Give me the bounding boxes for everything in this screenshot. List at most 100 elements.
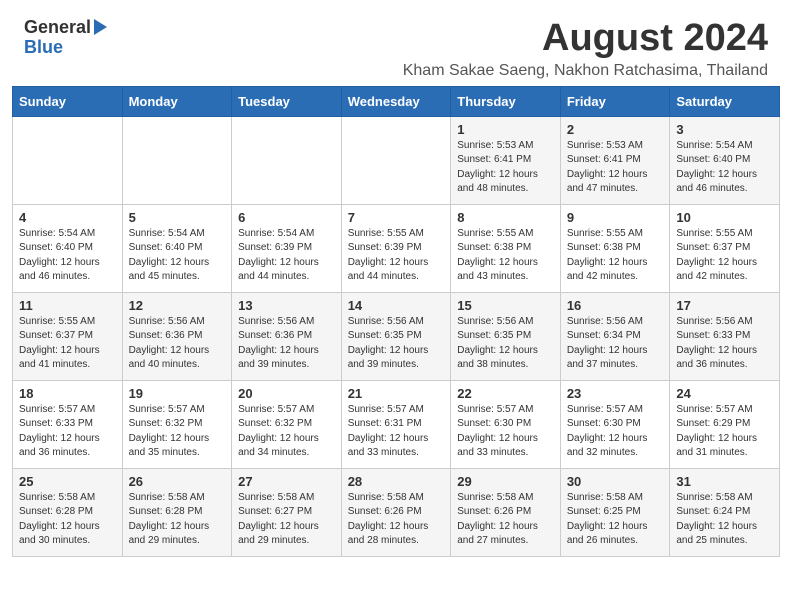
day-info: Sunrise: 5:57 AM Sunset: 6:31 PM Dayligh…	[348, 403, 445, 461]
day-header-sunday: Sunday	[13, 86, 123, 116]
calendar-cell: 27Sunrise: 5:58 AM Sunset: 6:27 PM Dayli…	[232, 468, 342, 556]
day-info: Sunrise: 5:54 AM Sunset: 6:39 PM Dayligh…	[238, 227, 335, 285]
day-info: Sunrise: 5:58 AM Sunset: 6:25 PM Dayligh…	[567, 491, 664, 549]
calendar-cell: 26 Sunrise: 5:58 AM Sunset: 6:28 PM Dayli…	[122, 468, 232, 556]
calendar-cell	[341, 116, 451, 204]
calendar-cell: 19Sunrise: 5:57 AM Sunset: 6:32 PM Dayli…	[122, 380, 232, 468]
calendar-cell	[232, 116, 342, 204]
day-number: 2	[567, 122, 664, 137]
calendar-cell: 23 Sunrise: 5:57 AM Sunset: 6:30 PM Dayli…	[560, 380, 670, 468]
day-number: 31	[676, 474, 773, 489]
day-number: 10	[676, 210, 773, 225]
day-info: Sunrise: 5:54 AM Sunset: 6:40 PM Dayligh…	[676, 139, 773, 197]
day-info: Sunrise: 5:56 AM Sunset: 6:34 PM Dayligh…	[567, 315, 664, 373]
calendar-cell: 9Sunrise: 5:55 AM Sunset: 6:38 PM Daylig…	[560, 204, 670, 292]
day-header-monday: Monday	[122, 86, 232, 116]
calendar-cell: 7 Sunrise: 5:55 AM Sunset: 6:39 PM Daylig…	[341, 204, 451, 292]
day-info: Sunrise: 5:53 AM Sunset: 6:41 PM Dayligh…	[457, 139, 554, 197]
header: General Blue August 2024 Kham Sakae Saen…	[0, 0, 792, 86]
day-number: 7	[348, 210, 445, 225]
calendar-cell: 1 Sunrise: 5:53 AM Sunset: 6:41 PM Daylig…	[451, 116, 561, 204]
day-number: 26	[129, 474, 226, 489]
day-info: Sunrise: 5:56 AM Sunset: 6:35 PM Dayligh…	[457, 315, 554, 373]
day-number: 19	[129, 386, 226, 401]
main-title: August 2024	[107, 18, 768, 60]
day-info: Sunrise: 5:57 AM Sunset: 6:29 PM Dayligh…	[676, 403, 773, 461]
day-number: 30	[567, 474, 664, 489]
logo-general-text: General	[24, 18, 91, 38]
calendar-cell: 2 Sunrise: 5:53 AM Sunset: 6:41 PM Daylig…	[560, 116, 670, 204]
day-info: Sunrise: 5:56 AM Sunset: 6:33 PM Dayligh…	[676, 315, 773, 373]
day-info: Sunrise: 5:55 AM Sunset: 6:39 PM Dayligh…	[348, 227, 445, 285]
day-info: Sunrise: 5:55 AM Sunset: 6:37 PM Dayligh…	[19, 315, 116, 373]
calendar-table: SundayMondayTuesdayWednesdayThursdayFrid…	[12, 86, 780, 557]
calendar-week-2: 4 Sunrise: 5:54 AM Sunset: 6:40 PM Daylig…	[13, 204, 780, 292]
day-number: 6	[238, 210, 335, 225]
calendar-cell: 18Sunrise: 5:57 AM Sunset: 6:33 PM Dayli…	[13, 380, 123, 468]
day-info: Sunrise: 5:55 AM Sunset: 6:38 PM Dayligh…	[567, 227, 664, 285]
day-number: 22	[457, 386, 554, 401]
day-number: 28	[348, 474, 445, 489]
calendar-cell: 15 Sunrise: 5:56 AM Sunset: 6:35 PM Dayli…	[451, 292, 561, 380]
day-header-friday: Friday	[560, 86, 670, 116]
day-info: Sunrise: 5:53 AM Sunset: 6:41 PM Dayligh…	[567, 139, 664, 197]
day-number: 17	[676, 298, 773, 313]
day-info: Sunrise: 5:58 AM Sunset: 6:28 PM Dayligh…	[129, 491, 226, 549]
calendar-cell: 11 Sunrise: 5:55 AM Sunset: 6:37 PM Dayli…	[13, 292, 123, 380]
subtitle: Kham Sakae Saeng, Nakhon Ratchasima, Tha…	[107, 62, 768, 80]
calendar-cell: 31 Sunrise: 5:58 AM Sunset: 6:24 PM Dayli…	[670, 468, 780, 556]
title-section: August 2024 Kham Sakae Saeng, Nakhon Rat…	[107, 18, 768, 80]
calendar-week-5: 25Sunrise: 5:58 AM Sunset: 6:28 PM Dayli…	[13, 468, 780, 556]
logo-triangle-icon	[94, 19, 107, 35]
calendar-cell: 3Sunrise: 5:54 AM Sunset: 6:40 PM Daylig…	[670, 116, 780, 204]
day-info: Sunrise: 5:55 AM Sunset: 6:38 PM Dayligh…	[457, 227, 554, 285]
day-info: Sunrise: 5:57 AM Sunset: 6:32 PM Dayligh…	[238, 403, 335, 461]
calendar-cell: 28 Sunrise: 5:58 AM Sunset: 6:26 PM Dayli…	[341, 468, 451, 556]
header-row: SundayMondayTuesdayWednesdayThursdayFrid…	[13, 86, 780, 116]
day-info: Sunrise: 5:58 AM Sunset: 6:28 PM Dayligh…	[19, 491, 116, 549]
calendar-cell: 12 Sunrise: 5:56 AM Sunset: 6:36 PM Dayli…	[122, 292, 232, 380]
day-number: 27	[238, 474, 335, 489]
day-number: 29	[457, 474, 554, 489]
calendar-cell: 16Sunrise: 5:56 AM Sunset: 6:34 PM Dayli…	[560, 292, 670, 380]
calendar-container: SundayMondayTuesdayWednesdayThursdayFrid…	[0, 86, 792, 569]
calendar-cell: 8 Sunrise: 5:55 AM Sunset: 6:38 PM Daylig…	[451, 204, 561, 292]
calendar-cell	[13, 116, 123, 204]
logo: General Blue	[24, 18, 107, 58]
day-info: Sunrise: 5:57 AM Sunset: 6:33 PM Dayligh…	[19, 403, 116, 461]
day-number: 8	[457, 210, 554, 225]
day-info: Sunrise: 5:58 AM Sunset: 6:26 PM Dayligh…	[457, 491, 554, 549]
calendar-cell: 20 Sunrise: 5:57 AM Sunset: 6:32 PM Dayli…	[232, 380, 342, 468]
calendar-cell: 6 Sunrise: 5:54 AM Sunset: 6:39 PM Daylig…	[232, 204, 342, 292]
day-number: 13	[238, 298, 335, 313]
calendar-cell: 17 Sunrise: 5:56 AM Sunset: 6:33 PM Dayli…	[670, 292, 780, 380]
day-info: Sunrise: 5:54 AM Sunset: 6:40 PM Dayligh…	[19, 227, 116, 285]
calendar-cell: 4 Sunrise: 5:54 AM Sunset: 6:40 PM Daylig…	[13, 204, 123, 292]
calendar-cell: 30 Sunrise: 5:58 AM Sunset: 6:25 PM Dayli…	[560, 468, 670, 556]
calendar-cell: 24 Sunrise: 5:57 AM Sunset: 6:29 PM Dayli…	[670, 380, 780, 468]
day-info: Sunrise: 5:55 AM Sunset: 6:37 PM Dayligh…	[676, 227, 773, 285]
calendar-cell: 29 Sunrise: 5:58 AM Sunset: 6:26 PM Dayli…	[451, 468, 561, 556]
day-number: 14	[348, 298, 445, 313]
calendar-week-4: 18Sunrise: 5:57 AM Sunset: 6:33 PM Dayli…	[13, 380, 780, 468]
logo-blue-text: Blue	[24, 38, 107, 58]
calendar-cell: 14 Sunrise: 5:56 AM Sunset: 6:35 PM Dayli…	[341, 292, 451, 380]
day-number: 12	[129, 298, 226, 313]
day-number: 1	[457, 122, 554, 137]
day-number: 20	[238, 386, 335, 401]
calendar-week-1: 1 Sunrise: 5:53 AM Sunset: 6:41 PM Daylig…	[13, 116, 780, 204]
day-number: 24	[676, 386, 773, 401]
day-info: Sunrise: 5:56 AM Sunset: 6:36 PM Dayligh…	[129, 315, 226, 373]
calendar-cell: 25Sunrise: 5:58 AM Sunset: 6:28 PM Dayli…	[13, 468, 123, 556]
day-number: 4	[19, 210, 116, 225]
day-header-tuesday: Tuesday	[232, 86, 342, 116]
calendar-cell	[122, 116, 232, 204]
day-header-saturday: Saturday	[670, 86, 780, 116]
day-info: Sunrise: 5:58 AM Sunset: 6:26 PM Dayligh…	[348, 491, 445, 549]
day-info: Sunrise: 5:57 AM Sunset: 6:30 PM Dayligh…	[567, 403, 664, 461]
day-number: 23	[567, 386, 664, 401]
day-number: 11	[19, 298, 116, 313]
day-info: Sunrise: 5:56 AM Sunset: 6:35 PM Dayligh…	[348, 315, 445, 373]
day-info: Sunrise: 5:58 AM Sunset: 6:24 PM Dayligh…	[676, 491, 773, 549]
day-number: 15	[457, 298, 554, 313]
